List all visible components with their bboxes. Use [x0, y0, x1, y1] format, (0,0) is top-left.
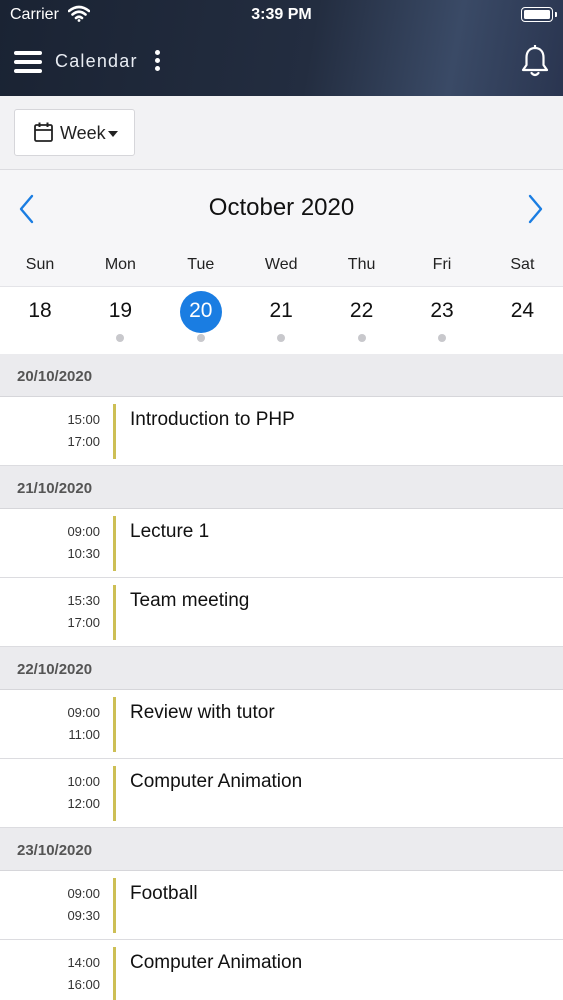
date-number: 23 [430, 299, 454, 322]
event-title: Lecture 1 [130, 521, 210, 542]
event-indicator-dot [196, 334, 205, 342]
status-bar: Carrier 3:39 PM [0, 0, 563, 30]
date-cell[interactable]: 24 [482, 287, 562, 355]
weekday-label: Sat [510, 256, 535, 273]
date-cell[interactable]: 18 [0, 287, 80, 355]
event-end-time: 09:30 [67, 908, 100, 923]
date-cell[interactable]: 22 [322, 287, 402, 355]
weekday-label: Sun [25, 256, 55, 273]
event-color-bar [113, 947, 116, 1000]
weekday-label: Mon [104, 256, 136, 273]
hamburger-icon[interactable] [14, 49, 42, 75]
event-title: Review with tutor [130, 702, 275, 723]
event-title: Computer Animation [130, 771, 303, 792]
event-start-time: 15:30 [67, 593, 100, 608]
event-title: Introduction to PHP [130, 409, 295, 430]
event-color-bar [113, 516, 116, 571]
event-color-bar [113, 766, 116, 821]
page-title: Calendar [55, 51, 138, 71]
battery-icon [521, 7, 557, 22]
event-indicator-dot [116, 334, 125, 342]
calendar-icon [34, 122, 53, 142]
date-cell[interactable]: 19 [80, 287, 160, 355]
event-end-time: 17:00 [67, 615, 100, 630]
event-end-time: 16:00 [67, 977, 100, 992]
kebab-icon[interactable] [154, 49, 162, 73]
event-end-time: 11:00 [68, 727, 100, 742]
weekday-label: Wed [264, 256, 298, 273]
event-indicator-dot [438, 334, 446, 342]
event-start-time: 15:00 [67, 412, 100, 427]
week-dates-row: 18 19 20 21 22 23 24 [0, 286, 563, 354]
event-indicator-dot [277, 334, 286, 342]
event-row[interactable]: 09:00 09:30 Football [0, 871, 563, 940]
bell-icon[interactable] [520, 45, 550, 79]
event-row[interactable]: 09:00 10:30 Lecture 1 [0, 509, 563, 578]
date-number: 18 [28, 299, 52, 322]
event-row[interactable]: 14:00 16:00 Computer Animation [0, 940, 563, 1000]
weekday-label: Tue [187, 256, 215, 273]
date-cell[interactable]: 21 [241, 287, 321, 355]
date-cell-selected[interactable]: 20 [161, 287, 241, 355]
date-number: 19 [108, 299, 133, 322]
event-indicator-dot [357, 334, 366, 342]
event-end-time: 12:00 [67, 796, 100, 811]
caret-down-icon [108, 131, 118, 137]
date-number: 20 [189, 299, 213, 322]
view-selector-label: Week [60, 123, 106, 143]
event-start-time: 09:00 [67, 886, 100, 901]
chevron-right-icon[interactable] [525, 194, 545, 224]
agenda-day-header: 21/10/2020 [0, 466, 563, 509]
weekday-label: Thu [347, 256, 376, 273]
agenda-day-header: 20/10/2020 [0, 354, 563, 397]
event-start-time: 09:00 [67, 524, 100, 539]
date-cell[interactable]: 23 [402, 287, 482, 355]
event-title: Football [130, 883, 198, 904]
event-color-bar [113, 878, 116, 933]
event-start-time: 10:00 [67, 774, 100, 789]
date-number: 22 [349, 299, 374, 322]
calendar-header: October 2020 Sun Mon Tue Wed Thu Fri Sat [0, 170, 563, 286]
event-row[interactable]: 15:30 17:00 Team meeting [0, 578, 563, 647]
event-start-time: 14:00 [67, 955, 100, 970]
agenda-day-header: 23/10/2020 [0, 828, 563, 871]
view-toolbar: Week [0, 96, 563, 170]
agenda-list: 20/10/2020 15:00 17:00 Introduction to PHP 2… [0, 354, 563, 1000]
event-end-time: 17:00 [67, 434, 100, 449]
event-title: Computer Animation [130, 952, 303, 973]
event-start-time: 09:00 [67, 705, 100, 720]
event-color-bar [113, 697, 116, 752]
event-row[interactable]: 10:00 12:00 Computer Animation [0, 759, 563, 828]
event-row[interactable]: 09:00 11:00 Review with tutor [0, 690, 563, 759]
weekday-row: Sun Mon Tue Wed Thu Fri Sat [0, 256, 563, 278]
month-title: October 2020 [208, 194, 355, 221]
event-row[interactable]: 15:00 17:00 Introduction to PHP [0, 397, 563, 466]
view-selector-button[interactable]: Week [14, 109, 135, 156]
event-end-time: 10:30 [67, 546, 100, 561]
event-color-bar [113, 585, 116, 640]
date-number: 21 [269, 299, 293, 322]
event-color-bar [113, 404, 116, 459]
agenda-day-header: 22/10/2020 [0, 647, 563, 690]
weekday-label: Fri [432, 256, 452, 273]
event-title: Team meeting [130, 590, 250, 611]
top-app-bar: Carrier 3:39 PM Calendar [0, 0, 563, 96]
status-time: 3:39 PM [251, 6, 312, 23]
date-number: 24 [510, 299, 535, 322]
